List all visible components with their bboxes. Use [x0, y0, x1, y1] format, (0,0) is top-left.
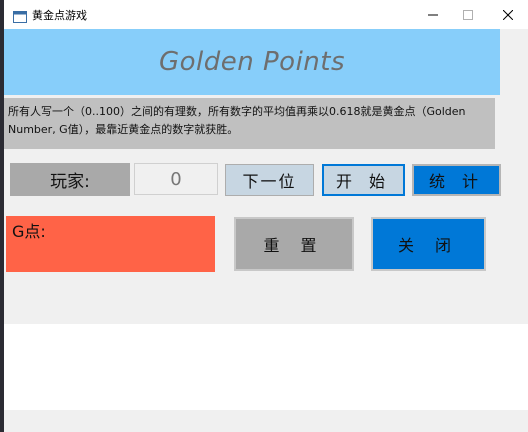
start-button[interactable]: 开 始: [322, 164, 405, 196]
title-bar[interactable]: 黄金点游戏: [4, 0, 528, 29]
maximize-button[interactable]: [445, 0, 490, 29]
rules-description: 所有人写一个（0..100）之间的有理数，所有数字的平均值再乘以0.618就是黄…: [4, 98, 495, 149]
g-point-display: G点:: [6, 216, 215, 272]
reset-button[interactable]: 重 置: [234, 217, 354, 271]
window-title: 黄金点游戏: [32, 9, 87, 22]
title-banner: Golden Points: [4, 29, 500, 95]
close-window-button[interactable]: [485, 0, 528, 29]
player-label: 玩家:: [10, 163, 130, 196]
maximize-icon: [462, 9, 473, 20]
next-player-button[interactable]: 下一位: [225, 164, 314, 196]
close-icon: [502, 9, 513, 20]
output-panel: [4, 324, 528, 410]
number-input[interactable]: 0: [134, 163, 218, 195]
banner-title: Golden Points: [158, 47, 346, 77]
statistics-button[interactable]: 统 计: [412, 164, 501, 196]
app-window: 黄金点游戏 Golden Points 所有人写一个（0..100）之间的有理数…: [4, 0, 528, 432]
g-point-label: G点:: [12, 222, 46, 241]
minimize-icon: [427, 10, 438, 20]
bottom-edge: [4, 410, 528, 432]
close-button[interactable]: 关 闭: [371, 217, 486, 271]
app-window-icon: [13, 8, 27, 23]
